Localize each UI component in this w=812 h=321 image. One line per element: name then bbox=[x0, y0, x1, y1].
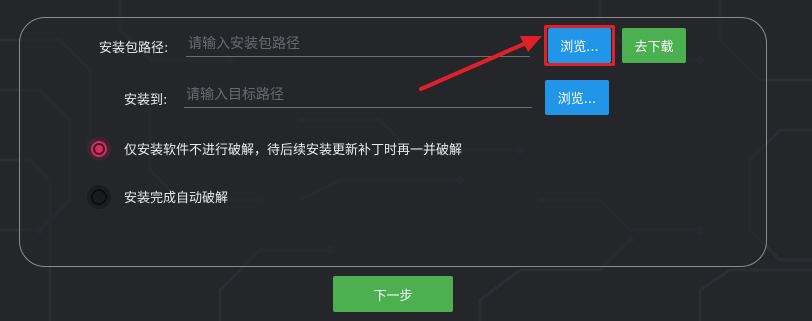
package-path-label: 安装包路径: bbox=[99, 41, 169, 56]
radio-option-install-only[interactable]: 仅安装软件不进行破解，待后续安装更新补丁时再一并破解 bbox=[91, 139, 462, 158]
download-button[interactable]: 去下载 bbox=[622, 28, 686, 63]
package-path-input[interactable] bbox=[186, 31, 530, 57]
radio-option-auto-crack-label: 安装完成自动破解 bbox=[124, 191, 229, 206]
radio-button-unchecked[interactable] bbox=[91, 188, 107, 205]
install-to-input[interactable] bbox=[184, 82, 532, 108]
radio-dot bbox=[95, 144, 103, 153]
radio-option-install-only-label: 仅安装软件不进行破解，待后续安装更新补丁时再一并破解 bbox=[124, 143, 463, 158]
install-to-label: 安装到: bbox=[124, 93, 168, 108]
package-path-browse-button[interactable]: 浏览... bbox=[548, 28, 611, 63]
radio-button-checked[interactable] bbox=[91, 140, 107, 157]
radio-option-auto-crack[interactable]: 安装完成自动破解 bbox=[91, 187, 228, 206]
installer-window: 安装包路径: 浏览... 去下载 安装到: 浏览... 仅安装软件不进行破解，待… bbox=[0, 0, 812, 321]
install-to-browse-button[interactable]: 浏览... bbox=[545, 80, 609, 115]
next-step-button[interactable]: 下一步 bbox=[333, 276, 453, 312]
